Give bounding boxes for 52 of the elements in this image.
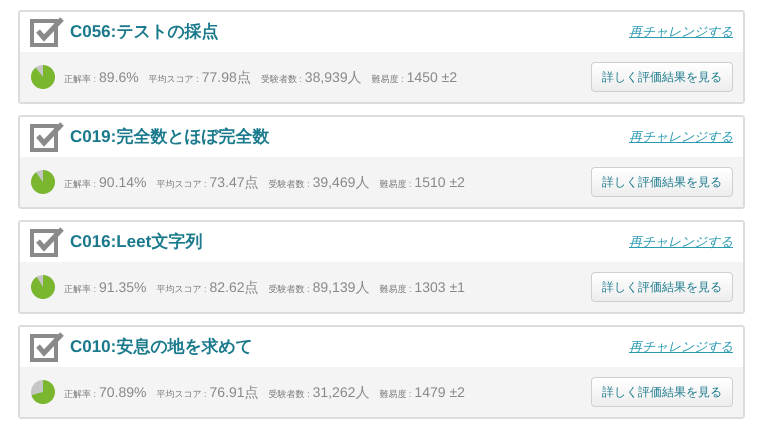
problem-title: C056:テストの採点 — [70, 21, 218, 44]
stat-value: 73.47点 — [210, 172, 259, 192]
problem-title: C010:安息の地を求めて — [70, 336, 252, 358]
stat-label: 正解率 : — [64, 72, 96, 86]
stat-label: 正解率 : — [64, 178, 96, 190]
problem-title: C016:Leet文字列 — [70, 231, 202, 254]
stat-label: 受験者数 : — [260, 72, 302, 86]
stat-value: 77.98点 — [202, 68, 251, 86]
stat-value: 39,469人 — [312, 172, 370, 192]
stat-label: 平均スコア : — [156, 388, 207, 400]
checkbox-check-icon — [30, 17, 64, 47]
stat-value: 82.62点 — [210, 278, 259, 296]
pie-chart-icon — [30, 379, 56, 405]
problem-title: C019:完全数とほぼ完全数 — [70, 126, 270, 148]
retry-link[interactable]: 再チャレンジする — [629, 232, 733, 252]
stat-value: 89,139人 — [312, 278, 370, 296]
stat-value: 31,262人 — [312, 382, 370, 402]
stat-label: 正解率 : — [64, 388, 96, 400]
stat-value: 89.6% — [99, 68, 139, 86]
stat-label: 受験者数 : — [268, 388, 310, 400]
stat-value: 90.14% — [99, 172, 146, 192]
checkbox-check-icon — [30, 227, 64, 257]
stat-label: 平均スコア : — [148, 72, 199, 86]
details-button[interactable]: 詳しく評価結果を見る — [591, 62, 733, 92]
stat-value: 1479 ±2 — [414, 382, 465, 402]
details-button[interactable]: 詳しく評価結果を見る — [591, 377, 733, 407]
checkbox-check-icon — [30, 122, 64, 152]
stat-value: 1510 ±2 — [414, 172, 465, 192]
stat-value: 1450 ±2 — [406, 68, 458, 86]
stat-label: 難易度 : — [372, 72, 404, 86]
pie-chart-icon — [30, 169, 56, 195]
retry-link[interactable]: 再チャレンジする — [629, 337, 733, 357]
stat-label: 平均スコア : — [156, 282, 207, 296]
checkbox-check-icon — [30, 332, 64, 362]
details-button[interactable]: 詳しく評価結果を見る — [591, 167, 733, 197]
stat-label: 難易度 : — [379, 388, 412, 400]
stat-value: 76.91点 — [210, 382, 259, 402]
details-button[interactable]: 詳しく評価結果を見る — [591, 272, 733, 302]
stat-value: 38,939人 — [304, 68, 362, 86]
retry-link[interactable]: 再チャレンジする — [629, 127, 733, 147]
stat-label: 難易度 : — [379, 282, 412, 296]
pie-chart-icon — [30, 64, 56, 90]
stat-label: 受験者数 : — [268, 178, 310, 190]
stat-value: 1303 ±1 — [414, 278, 465, 296]
stat-label: 正解率 : — [64, 282, 96, 296]
stat-value: 91.35% — [99, 278, 146, 296]
stat-label: 受験者数 : — [268, 282, 310, 296]
stat-label: 難易度 : — [379, 178, 412, 190]
retry-link[interactable]: 再チャレンジする — [629, 22, 733, 42]
stat-label: 平均スコア : — [156, 178, 207, 190]
pie-chart-icon — [30, 274, 56, 300]
stat-value: 70.89% — [99, 382, 146, 402]
